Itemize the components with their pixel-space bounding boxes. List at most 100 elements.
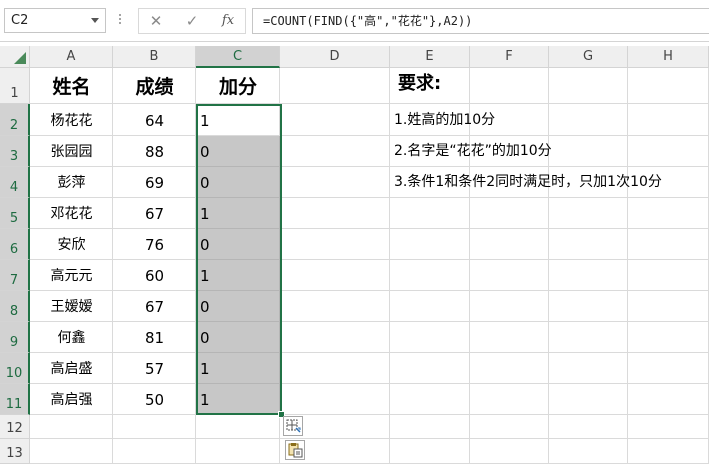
grid-cell[interactable]	[470, 322, 549, 353]
requirement-item[interactable]: 3.条件1和条件2同时满足时，只加1次10分	[389, 167, 707, 198]
grid-cell[interactable]	[280, 104, 390, 136]
grid-cell[interactable]	[196, 415, 280, 439]
name-box[interactable]: C2	[4, 8, 106, 33]
column-header-b[interactable]: B	[113, 46, 196, 68]
bonus-cell[interactable]: 1	[196, 384, 280, 415]
cancel-icon[interactable]: ✕	[139, 9, 173, 33]
table-header-cell[interactable]: 加分	[196, 68, 280, 104]
grid-cell[interactable]	[280, 291, 390, 322]
name-cell[interactable]: 杨花花	[30, 104, 113, 136]
grid-cell[interactable]	[390, 439, 470, 464]
score-cell[interactable]: 57	[113, 353, 196, 384]
bonus-cell[interactable]: 0	[196, 322, 280, 353]
name-cell[interactable]: 高启盛	[30, 353, 113, 384]
drag-handle-icon[interactable]	[118, 12, 122, 29]
grid-cell[interactable]	[196, 439, 280, 464]
grid-cell[interactable]	[280, 167, 390, 198]
name-cell[interactable]: 高元元	[30, 260, 113, 291]
column-header-e[interactable]: E	[390, 46, 470, 68]
grid-cell[interactable]	[549, 384, 628, 415]
grid-cell[interactable]	[280, 322, 390, 353]
paste-options-icon[interactable]	[285, 440, 305, 460]
row-header-1[interactable]: 1	[0, 68, 30, 104]
requirements-title[interactable]: 要求:	[390, 68, 590, 104]
name-cell[interactable]: 彭萍	[30, 167, 113, 198]
grid-cell[interactable]	[280, 260, 390, 291]
grid-cell[interactable]	[549, 322, 628, 353]
grid-cell[interactable]	[30, 415, 113, 439]
row-header-6[interactable]: 6	[0, 229, 30, 260]
name-cell[interactable]: 王嫒嫒	[30, 291, 113, 322]
name-cell[interactable]: 邓花花	[30, 198, 113, 229]
row-header-4[interactable]: 4	[0, 167, 30, 198]
score-cell[interactable]: 67	[113, 291, 196, 322]
name-cell[interactable]: 安欣	[30, 229, 113, 260]
requirement-item[interactable]: 2.名字是“花花”的加10分	[389, 136, 707, 167]
bonus-cell[interactable]: 1	[196, 104, 280, 136]
grid-cell[interactable]	[113, 415, 196, 439]
grid-cell[interactable]	[280, 68, 390, 104]
column-header-f[interactable]: F	[470, 46, 549, 68]
grid-cell[interactable]	[280, 136, 390, 167]
bonus-cell[interactable]: 0	[196, 229, 280, 260]
grid-cell[interactable]	[549, 260, 628, 291]
grid-cell[interactable]	[280, 198, 390, 229]
row-header-3[interactable]: 3	[0, 136, 30, 167]
requirement-item[interactable]: 1.姓高的加10分	[389, 104, 707, 136]
grid-cell[interactable]	[549, 353, 628, 384]
name-cell[interactable]: 高启强	[30, 384, 113, 415]
score-cell[interactable]: 60	[113, 260, 196, 291]
grid-cell[interactable]	[470, 229, 549, 260]
grid-cell[interactable]	[280, 384, 390, 415]
chevron-down-icon[interactable]	[91, 18, 99, 23]
grid-cell[interactable]	[628, 415, 709, 439]
bonus-cell[interactable]: 1	[196, 260, 280, 291]
table-header-cell[interactable]: 姓名	[30, 68, 113, 104]
grid-cell[interactable]	[470, 415, 549, 439]
column-header-g[interactable]: G	[549, 46, 628, 68]
row-header-13[interactable]: 13	[0, 439, 30, 464]
grid-cell[interactable]	[390, 198, 470, 229]
bonus-cell[interactable]: 0	[196, 291, 280, 322]
score-cell[interactable]: 76	[113, 229, 196, 260]
score-cell[interactable]: 81	[113, 322, 196, 353]
formula-input[interactable]: =COUNT(FIND({"高","花花"},A2))	[252, 8, 709, 34]
grid-cell[interactable]	[628, 291, 709, 322]
grid-cell[interactable]	[628, 353, 709, 384]
grid-cell[interactable]	[470, 260, 549, 291]
grid-cell[interactable]	[30, 439, 113, 464]
row-header-12[interactable]: 12	[0, 415, 30, 439]
grid-cell[interactable]	[549, 229, 628, 260]
grid-cell[interactable]	[113, 439, 196, 464]
grid-cell[interactable]	[390, 322, 470, 353]
score-cell[interactable]: 69	[113, 167, 196, 198]
grid-cell[interactable]	[470, 439, 549, 464]
score-cell[interactable]: 50	[113, 384, 196, 415]
bonus-cell[interactable]: 1	[196, 198, 280, 229]
grid-cell[interactable]	[470, 384, 549, 415]
name-cell[interactable]: 张园园	[30, 136, 113, 167]
grid-cell[interactable]	[390, 353, 470, 384]
grid-cell[interactable]	[390, 291, 470, 322]
select-all-corner[interactable]	[0, 46, 30, 68]
grid-cell[interactable]	[470, 198, 549, 229]
grid-cell[interactable]	[549, 415, 628, 439]
grid-cell[interactable]	[628, 198, 709, 229]
grid-cell[interactable]	[390, 384, 470, 415]
row-header-9[interactable]: 9	[0, 322, 30, 353]
grid-cell[interactable]	[390, 415, 470, 439]
row-header-2[interactable]: 2	[0, 104, 30, 136]
bonus-cell[interactable]: 0	[196, 136, 280, 167]
bonus-cell[interactable]: 1	[196, 353, 280, 384]
grid-cell[interactable]	[628, 68, 709, 104]
grid-cell[interactable]	[280, 353, 390, 384]
grid-cell[interactable]	[628, 260, 709, 291]
insert-function-icon[interactable]: fx	[211, 9, 245, 33]
grid-cell[interactable]	[628, 229, 709, 260]
grid-cell[interactable]	[549, 291, 628, 322]
row-header-7[interactable]: 7	[0, 260, 30, 291]
grid-cell[interactable]	[628, 322, 709, 353]
grid-cell[interactable]	[549, 198, 628, 229]
score-cell[interactable]: 67	[113, 198, 196, 229]
column-header-c[interactable]: C	[196, 46, 280, 68]
